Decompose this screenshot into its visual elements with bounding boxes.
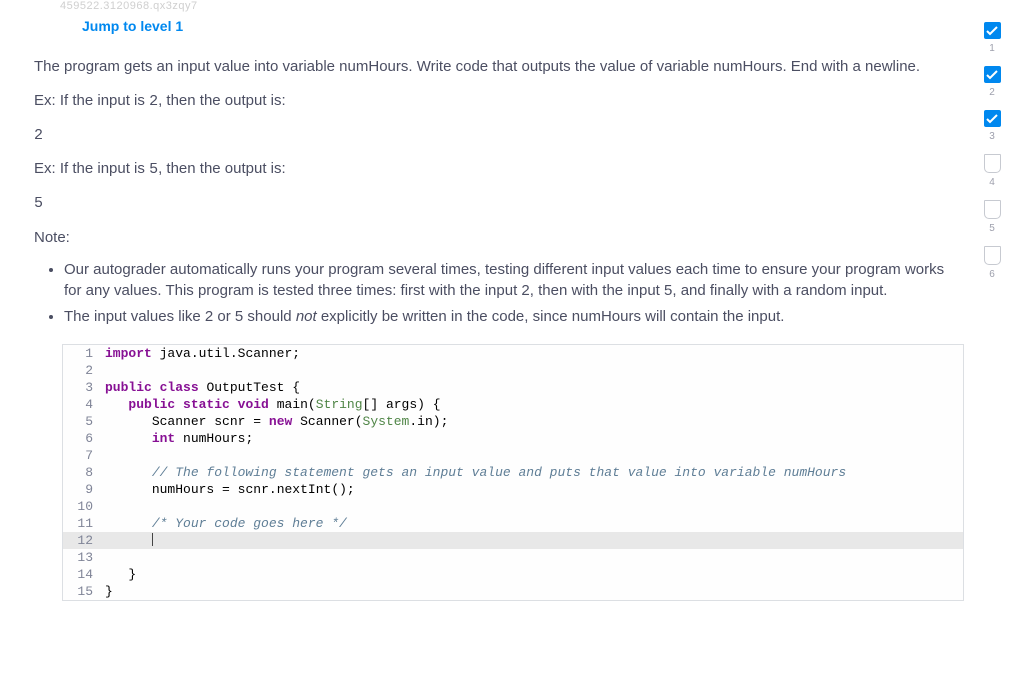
line-number: 9 [63,481,101,498]
line-number: 1 [63,345,101,362]
code-line[interactable]: } [101,566,963,583]
check-icon [984,110,1001,127]
intro-text: The program gets an input value into var… [34,56,947,78]
jump-to-level-link[interactable]: Jump to level 1 [82,18,183,34]
code-line[interactable] [101,549,963,566]
line-number: 7 [63,447,101,464]
code-line[interactable] [101,498,963,515]
code-line[interactable] [101,362,963,379]
level-badge[interactable]: 6 [984,246,1001,280]
code-line[interactable]: public class OutputTest { [101,379,963,396]
line-number: 2 [63,362,101,379]
code-line[interactable]: numHours = scnr.nextInt(); [101,481,963,498]
code-line[interactable]: Scanner scnr = new Scanner(System.in); [101,413,963,430]
line-number: 5 [63,413,101,430]
shield-icon [984,246,1001,265]
line-number: 8 [63,464,101,481]
line-number: 13 [63,549,101,566]
activity-hash: 459522.3120968.qx3zqy7 [60,0,1027,12]
text-cursor-icon [152,533,153,546]
level-badge[interactable]: 4 [984,154,1001,188]
example-1-out: 2 [34,125,947,147]
level-progress: 1 2 3 4 5 6 [977,22,1007,292]
level-badge[interactable]: 5 [984,200,1001,234]
level-badge[interactable]: 1 [984,22,1001,54]
note-item: The input values like 2 or 5 should not … [64,306,947,328]
example-2-out: 5 [34,193,947,215]
line-number: 6 [63,430,101,447]
shield-icon [984,154,1001,173]
line-number: 12 [63,532,101,549]
check-icon [984,66,1001,83]
level-badge[interactable]: 2 [984,66,1001,98]
line-number: 14 [63,566,101,583]
example-1-in: Ex: If the input is 2, then the output i… [34,90,947,113]
check-icon [984,22,1001,39]
problem-statement: The program gets an input value into var… [34,56,947,328]
note-item: Our autograder automatically runs your p… [64,259,947,303]
line-number: 10 [63,498,101,515]
note-label: Note: [34,227,947,249]
line-number: 4 [63,396,101,413]
level-badge[interactable]: 3 [984,110,1001,142]
code-line[interactable]: /* Your code goes here */ [101,515,963,532]
code-line[interactable]: public static void main(String[] args) { [101,396,963,413]
code-line[interactable]: int numHours; [101,430,963,447]
shield-icon [984,200,1001,219]
code-line[interactable]: // The following statement gets an input… [101,464,963,481]
line-number: 3 [63,379,101,396]
line-number: 11 [63,515,101,532]
code-line[interactable] [101,447,963,464]
example-2-in: Ex: If the input is 5, then the output i… [34,158,947,181]
code-line-active[interactable] [101,532,963,549]
code-editor[interactable]: 1 import java.util.Scanner; 2 3 public c… [62,344,964,601]
code-line[interactable]: } [101,583,963,600]
code-line[interactable]: import java.util.Scanner; [101,345,963,362]
line-number: 15 [63,583,101,600]
